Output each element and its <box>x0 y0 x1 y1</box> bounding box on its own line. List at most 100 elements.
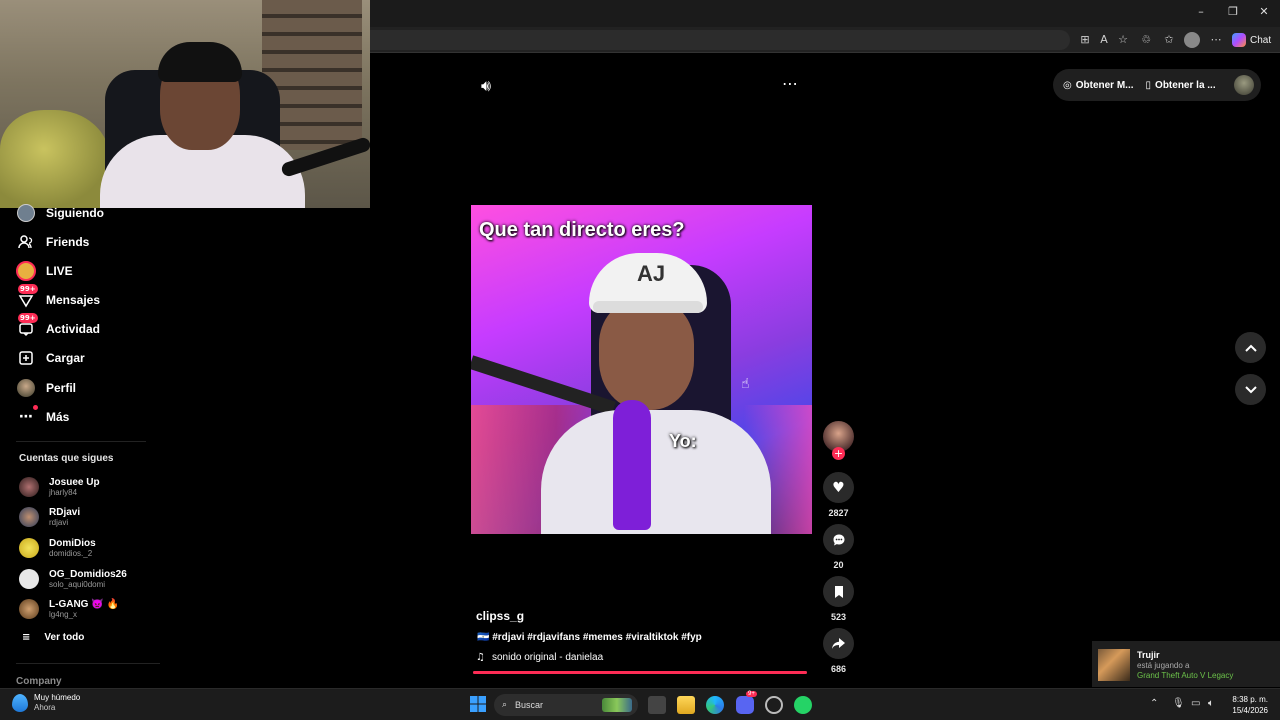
profile-avatar-icon[interactable] <box>1184 32 1200 48</box>
followed-account[interactable]: L-GANG 👿 🔥 lg4ng_x <box>19 597 159 621</box>
extensions-icon[interactable]: ♲ <box>1138 32 1154 48</box>
user-avatar[interactable] <box>1233 75 1254 95</box>
network-icon[interactable]: ▭ <box>1191 698 1200 709</box>
obtain-app-pill-2[interactable]: ▯ Obtener la ... <box>1146 80 1216 91</box>
bookmark-icon <box>834 585 843 598</box>
comment-icon <box>833 534 844 545</box>
settings-more-icon[interactable]: ⋯ <box>1208 32 1224 48</box>
obtain-app-pill-1[interactable]: ◎ Obtener M... <box>1063 80 1134 91</box>
weather-widget[interactable]: Muy húmedo Ahora <box>12 693 80 713</box>
file-explorer-icon[interactable] <box>677 696 695 714</box>
sidebar-item-live[interactable]: LIVE <box>16 260 73 282</box>
edge-browser-icon[interactable] <box>706 696 724 714</box>
video-player[interactable]: AJ Que tan directo eres? Yo: <box>471 205 812 534</box>
system-clock[interactable]: 8:38 p. m. 15/4/2026 <box>1226 694 1268 716</box>
avatar <box>19 599 39 619</box>
avatar <box>19 538 39 558</box>
speaker-icon[interactable]: 🔈︎ <box>1208 698 1214 709</box>
pill-label: Obtener la ... <box>1155 79 1216 91</box>
sidebar-item-siguiendo[interactable]: Siguiendo <box>16 202 104 224</box>
close-window-button[interactable]: ✕ <box>1249 5 1279 21</box>
minimize-button[interactable]: – <box>1186 5 1216 21</box>
game-cover-image <box>1098 649 1130 681</box>
upload-icon <box>16 348 36 368</box>
following-accounts-title: Cuentas que sigues <box>19 453 114 464</box>
chevron-down-icon <box>1244 385 1257 393</box>
volume-icon[interactable]: 🔊︎ <box>481 76 491 96</box>
account-name: DomiDios <box>49 537 96 549</box>
mouse-cursor-icon: ☝ <box>741 376 750 392</box>
microphone-icon[interactable]: 🎙︎ <box>1172 698 1185 709</box>
weather-subtitle: Ahora <box>34 703 56 712</box>
sidebar-divider <box>16 663 160 664</box>
favorites-bar-icon[interactable]: ✩ <box>1161 32 1177 48</box>
video-progress-fill <box>473 671 807 674</box>
followed-account[interactable]: DomiDios domidios._2 <box>19 536 159 560</box>
sidebar-item-label: Friends <box>46 235 90 249</box>
live-icon <box>16 261 36 281</box>
comment-button[interactable] <box>823 524 854 555</box>
windows-logo-icon <box>470 696 486 712</box>
sidebar-divider <box>16 441 146 442</box>
video-hashtags[interactable]: 🇸🇻 #rdjavi #rdjavifans #memes #viraltikt… <box>477 632 702 643</box>
copilot-chat-button[interactable]: Chat <box>1232 31 1271 49</box>
sidebar-item-friends[interactable]: Friends <box>16 231 89 253</box>
restore-button[interactable]: ❐ <box>1218 5 1248 21</box>
whatsapp-icon[interactable] <box>794 696 812 714</box>
phone-icon: ▯ <box>1145 79 1152 91</box>
video-face <box>599 300 694 410</box>
game-activity-notification[interactable]: Trujir está jugando a Grand Theft Auto V… <box>1092 641 1280 687</box>
share-button[interactable] <box>823 628 854 659</box>
video-cap-logo: AJ <box>637 261 666 286</box>
taskbar: Muy húmedo Ahora ⌕ Buscar 9+ ⌃ 🎙︎ ▭ 🔈︎ 8:… <box>0 688 1280 720</box>
translate-icon[interactable]: A <box>1096 32 1112 48</box>
account-name: OG_Domidios26 <box>49 568 127 580</box>
taskbar-search[interactable]: ⌕ Buscar <box>494 694 638 716</box>
see-all-label: Ver todo <box>44 632 85 643</box>
sidebar-item-cargar[interactable]: Cargar <box>16 347 85 369</box>
address-bar[interactable] <box>370 30 1070 50</box>
sidebar-item-actividad[interactable]: 99+ Actividad <box>16 313 100 340</box>
followed-account[interactable]: RDjavi rdjavi <box>19 505 159 529</box>
followed-account[interactable]: OG_Domidios26 solo_aqui0domi <box>19 567 159 591</box>
like-button[interactable]: ♥ <box>823 472 854 503</box>
comment-count: 20 <box>833 560 844 570</box>
account-username: jharly84 <box>49 487 78 497</box>
search-highlight-image <box>602 698 632 712</box>
activity-icon: 99+ <box>16 313 38 339</box>
sidebar-item-perfil[interactable]: Perfil <box>16 377 76 399</box>
company-link[interactable]: Company <box>16 676 62 687</box>
save-button[interactable] <box>823 576 854 607</box>
video-microphone <box>613 400 651 530</box>
previous-video-button[interactable] <box>1235 332 1266 363</box>
next-video-button[interactable] <box>1235 374 1266 405</box>
avatar <box>19 569 39 589</box>
following-avatar-icon <box>16 203 36 223</box>
clock-time: 8:38 p. m. <box>1232 695 1268 704</box>
app-available-icon[interactable]: ⊞ <box>1077 32 1093 48</box>
discord-icon[interactable]: 9+ <box>736 691 757 714</box>
start-button[interactable] <box>470 696 488 714</box>
sidebar-item-mensajes[interactable]: 99+ Mensajes <box>16 284 100 311</box>
video-author[interactable]: clipss_g <box>476 609 524 623</box>
friends-icon <box>16 232 36 252</box>
coin-icon: ◎ <box>1063 79 1072 91</box>
video-sound[interactable]: ♫ sonido original - danielaa <box>476 652 603 663</box>
more-options-icon[interactable]: ⋯ <box>782 74 798 93</box>
sidebar-item-mas[interactable]: ⋯ Más <box>16 405 69 428</box>
see-all-button[interactable]: ≡ Ver todo <box>22 632 84 643</box>
steam-like-app-icon[interactable] <box>765 696 783 714</box>
discord-badge: 9+ <box>746 691 757 697</box>
video-progress-bar[interactable] <box>473 671 807 674</box>
share-count: 686 <box>830 664 847 674</box>
clock-date: 15/4/2026 <box>1232 706 1268 715</box>
follow-plus-icon[interactable]: + <box>832 447 845 460</box>
tray-overflow-icon[interactable]: ⌃ <box>1150 698 1158 709</box>
video-cap-brim <box>593 301 703 313</box>
save-count: 523 <box>830 612 847 622</box>
favorite-star-icon[interactable]: ☆ <box>1115 32 1131 48</box>
video-caption-yo: Yo: <box>669 431 697 451</box>
task-view-icon[interactable] <box>648 696 666 714</box>
followed-account[interactable]: Josuee Up jharly84 <box>19 475 159 499</box>
video-shirt <box>541 410 771 534</box>
